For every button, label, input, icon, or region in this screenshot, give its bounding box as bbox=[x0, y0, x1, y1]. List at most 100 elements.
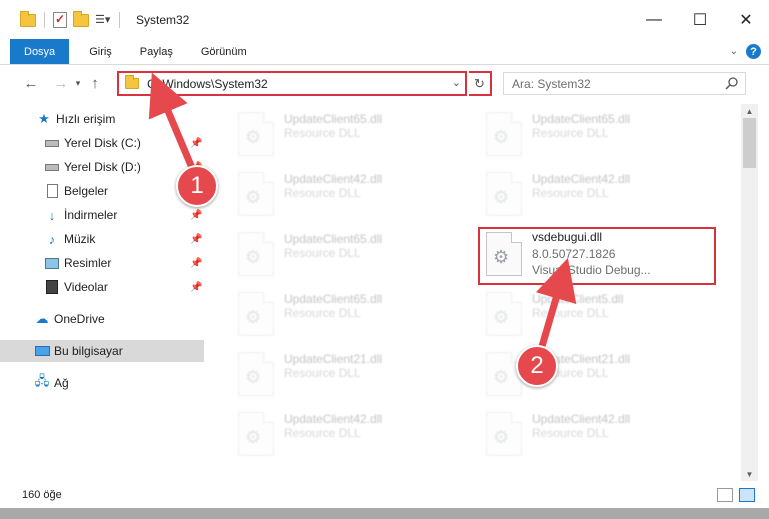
pin-icon[interactable]: 📌 bbox=[190, 138, 202, 149]
sidebar-item-label: Resimler bbox=[64, 256, 112, 270]
scroll-down-icon[interactable]: ▼ bbox=[741, 467, 758, 481]
file-item[interactable]: ⚙ UpdateClient65.dll Resource DLL bbox=[478, 106, 718, 158]
up-button[interactable]: ↑ bbox=[84, 72, 106, 94]
quick-access-toolbar: ☰▾ System32 bbox=[0, 10, 190, 28]
customize-toolbar-icon[interactable]: ☰▾ bbox=[95, 12, 111, 28]
close-button[interactable]: ✕ bbox=[723, 0, 769, 40]
navigation-pane: ★ Hızlı erişim Yerel Disk (C:) 📌 Yerel D… bbox=[0, 104, 205, 481]
details-view-button[interactable] bbox=[717, 488, 733, 502]
dll-file-icon: ⚙ bbox=[486, 412, 522, 456]
sidebar-item-quick-access[interactable]: ★ Hızlı erişim bbox=[0, 108, 205, 130]
file-item[interactable]: ⚙ UpdateClient65.dll Resource DLL bbox=[230, 106, 470, 158]
file-highlight-box bbox=[478, 227, 716, 285]
dll-file-icon: ⚙ bbox=[238, 292, 274, 336]
file-name: UpdateClient65.dll bbox=[284, 292, 383, 306]
file-item[interactable]: ⚙ UpdateClient65.dll Resource DLL bbox=[230, 226, 470, 278]
file-item[interactable]: ⚙ UpdateClient42.dll Resource DLL bbox=[230, 166, 470, 218]
file-item[interactable]: ⚙ UpdateClient42.dll Resource DLL bbox=[230, 406, 470, 458]
sidebar-item-videos[interactable]: Videolar 📌 bbox=[0, 276, 205, 298]
sidebar-item-label: Belgeler bbox=[64, 184, 109, 198]
sidebar-item-onedrive[interactable]: ☁ OneDrive bbox=[0, 308, 205, 330]
network-icon: 🖧 bbox=[34, 373, 50, 388]
documents-icon bbox=[44, 183, 60, 199]
pin-icon[interactable]: 📌 bbox=[190, 258, 202, 269]
sidebar-item-music[interactable]: ♪ Müzik 📌 bbox=[0, 228, 205, 250]
tab-share[interactable]: Paylaş bbox=[126, 39, 187, 64]
file-name: UpdateClient42.dll bbox=[532, 172, 631, 186]
properties-icon[interactable] bbox=[53, 12, 67, 28]
download-icon: ↓ bbox=[48, 207, 56, 223]
window-title: System32 bbox=[136, 13, 190, 27]
status-bar: 160 öğe bbox=[0, 484, 769, 506]
sidebar-item-documents[interactable]: Belgeler 📌 bbox=[0, 180, 205, 202]
file-item[interactable]: ⚙ UpdateClient21.dll Resource DLL bbox=[478, 346, 718, 398]
sidebar-item-disk-c[interactable]: Yerel Disk (C:) 📌 bbox=[0, 132, 205, 154]
dll-file-icon: ⚙ bbox=[486, 112, 522, 156]
sidebar-item-label: Bu bilgisayar bbox=[54, 344, 123, 358]
recent-locations-button[interactable]: ▾ bbox=[72, 72, 84, 94]
sidebar-item-label: Videolar bbox=[64, 280, 108, 294]
drive-icon bbox=[44, 135, 60, 151]
expand-ribbon-icon[interactable]: ⌄ bbox=[730, 46, 738, 57]
file-name: UpdateClient65.dll bbox=[284, 232, 383, 246]
file-name: UpdateClient65.dll bbox=[532, 112, 631, 126]
step-badge-2: 2 bbox=[516, 345, 558, 387]
tab-file[interactable]: Dosya bbox=[10, 39, 70, 64]
dll-file-icon: ⚙ bbox=[238, 112, 274, 156]
file-name: UpdateClient42.dll bbox=[284, 412, 383, 426]
search-input[interactable]: Ara: System32 bbox=[503, 72, 746, 95]
new-folder-icon[interactable] bbox=[73, 10, 89, 27]
file-item[interactable]: ⚙ UpdateClient42.dll Resource DLL bbox=[478, 406, 718, 458]
large-icons-view-button[interactable] bbox=[739, 488, 755, 502]
sidebar-item-network[interactable]: 🖧 Ağ bbox=[0, 372, 205, 394]
file-description: Resource DLL bbox=[284, 306, 361, 320]
sidebar-item-downloads[interactable]: ↓ İndirmeler 📌 bbox=[0, 204, 205, 226]
dll-file-icon: ⚙ bbox=[238, 412, 274, 456]
computer-icon bbox=[34, 343, 50, 359]
minimize-button[interactable]: — bbox=[631, 0, 677, 40]
back-button[interactable]: ← bbox=[20, 72, 42, 94]
tab-home[interactable]: Giriş bbox=[75, 39, 126, 64]
file-item[interactable]: ⚙ UpdateClient21.dll Resource DLL bbox=[230, 346, 470, 398]
sidebar-item-disk-d[interactable]: Yerel Disk (D:) 📌 bbox=[0, 156, 205, 178]
search-icon bbox=[725, 77, 738, 90]
file-list: ⚙ UpdateClient65.dll Resource DLL ⚙ Upda… bbox=[206, 104, 741, 480]
taskbar-edge bbox=[0, 508, 769, 519]
pin-icon[interactable]: 📌 bbox=[190, 210, 202, 221]
sidebar-item-label: OneDrive bbox=[54, 312, 105, 326]
pictures-icon bbox=[44, 255, 60, 271]
maximize-button[interactable]: ☐ bbox=[677, 0, 723, 40]
help-icon[interactable]: ? bbox=[746, 44, 761, 59]
dll-file-icon: ⚙ bbox=[486, 172, 522, 216]
pin-icon[interactable]: 📌 bbox=[190, 234, 202, 245]
sidebar-item-this-pc[interactable]: Bu bilgisayar bbox=[0, 340, 204, 362]
file-item[interactable]: ⚙ UpdateClient5.dll Resource DLL bbox=[478, 286, 718, 338]
folder-icon bbox=[125, 75, 139, 89]
video-icon bbox=[44, 279, 60, 295]
step-badge-1: 1 bbox=[176, 165, 218, 207]
file-description: Resource DLL bbox=[284, 246, 361, 260]
separator bbox=[119, 12, 120, 28]
sidebar-item-label: Yerel Disk (D:) bbox=[64, 160, 141, 174]
item-count: 160 öğe bbox=[22, 489, 62, 501]
chevron-down-icon[interactable]: ⌄ bbox=[452, 76, 461, 89]
file-description: Resource DLL bbox=[284, 126, 361, 140]
file-name: UpdateClient42.dll bbox=[284, 172, 383, 186]
scroll-up-icon[interactable]: ▲ bbox=[741, 104, 758, 118]
scroll-thumb[interactable] bbox=[743, 118, 756, 168]
file-name: UpdateClient42.dll bbox=[532, 412, 631, 426]
tab-view[interactable]: Görünüm bbox=[187, 39, 261, 64]
sidebar-item-pictures[interactable]: Resimler 📌 bbox=[0, 252, 205, 274]
refresh-button[interactable]: ↻ bbox=[469, 71, 492, 96]
file-item[interactable]: ⚙ UpdateClient42.dll Resource DLL bbox=[478, 166, 718, 218]
pin-icon[interactable]: 📌 bbox=[190, 282, 202, 293]
vertical-scrollbar[interactable]: ▲ ▼ bbox=[741, 104, 758, 481]
address-bar[interactable]: C:\Windows\System32 ⌄ bbox=[117, 71, 467, 96]
title-bar: ☰▾ System32 — ☐ ✕ bbox=[0, 0, 769, 40]
file-description: Resource DLL bbox=[532, 186, 609, 200]
ribbon-tabs: Dosya Giriş Paylaş Görünüm ⌄ ? bbox=[0, 39, 769, 65]
file-name: UpdateClient21.dll bbox=[284, 352, 383, 366]
file-item[interactable]: ⚙ UpdateClient65.dll Resource DLL bbox=[230, 286, 470, 338]
forward-button[interactable]: → bbox=[50, 72, 72, 94]
dll-file-icon: ⚙ bbox=[238, 352, 274, 396]
